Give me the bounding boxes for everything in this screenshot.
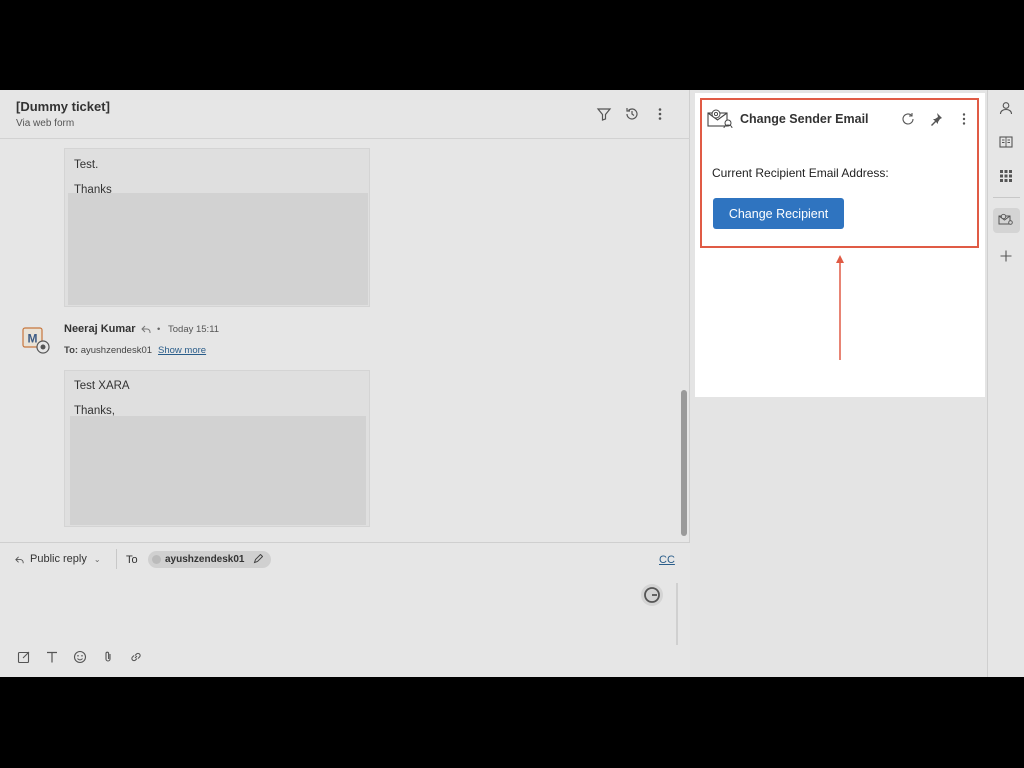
separator-dot: • xyxy=(157,324,161,335)
to-value: ayushzendesk01 xyxy=(80,345,153,356)
more-vertical-icon[interactable] xyxy=(957,112,971,126)
composer-scrollbar[interactable] xyxy=(676,583,678,645)
message-body: Test. Thanks xyxy=(64,148,370,307)
reply-icon xyxy=(141,325,151,333)
recipient-name: ayushzendesk01 xyxy=(165,554,245,565)
highlight-frame: Change Sender Email Current Recipient Em… xyxy=(700,98,979,248)
message-recipient: To: ayushzendesk01 Show more xyxy=(64,345,206,356)
more-vertical-icon[interactable] xyxy=(652,106,668,122)
filter-icon[interactable] xyxy=(596,106,612,122)
recipient-chip[interactable]: ayushzendesk01 xyxy=(148,551,272,568)
ticket-pane: [Dummy ticket] Via web form Test. Thanks… xyxy=(0,90,690,677)
change-recipient-button[interactable]: Change Recipient xyxy=(713,198,844,229)
recipient-label: Current Recipient Email Address: xyxy=(712,166,889,180)
cc-link[interactable]: CC xyxy=(659,554,675,566)
ticket-header: [Dummy ticket] Via web form xyxy=(0,90,690,139)
message-line: Test. xyxy=(74,159,99,171)
divider xyxy=(993,197,1020,198)
message-body: Test XARA Thanks, xyxy=(64,370,370,527)
add-icon[interactable] xyxy=(999,249,1013,263)
grammarly-icon[interactable] xyxy=(641,584,663,606)
link-icon[interactable] xyxy=(129,650,143,664)
avatar: M xyxy=(22,327,50,354)
user-icon[interactable] xyxy=(999,101,1013,115)
edit-icon[interactable] xyxy=(253,553,264,564)
ticket-title: [Dummy ticket] xyxy=(16,99,110,114)
knowledge-icon[interactable] xyxy=(999,135,1013,149)
message-line: Test XARA xyxy=(74,380,130,392)
compose-icon[interactable] xyxy=(17,650,31,664)
recipient-avatar xyxy=(152,555,161,564)
refresh-icon[interactable] xyxy=(901,112,915,126)
reply-type-label: Public reply xyxy=(30,553,87,565)
app-title: Change Sender Email xyxy=(740,112,869,126)
ticket-channel: Via web form xyxy=(16,118,75,129)
redacted-block xyxy=(68,193,368,305)
divider xyxy=(116,549,117,569)
reply-type-dropdown[interactable]: Public reply ⌄ xyxy=(14,553,101,565)
message-time: Today 15:11 xyxy=(168,324,220,335)
author-name[interactable]: Neeraj Kumar xyxy=(64,323,136,335)
annotation-arrow xyxy=(836,255,844,360)
history-icon[interactable] xyxy=(624,106,640,122)
show-more-link[interactable]: Show more xyxy=(158,345,206,356)
chevron-down-icon: ⌄ xyxy=(93,555,101,564)
emoji-icon[interactable] xyxy=(73,650,87,664)
avatar-letter: M xyxy=(28,332,38,346)
apps-grid-icon[interactable] xyxy=(999,169,1013,183)
pin-icon[interactable] xyxy=(929,112,943,126)
email-app-icon[interactable] xyxy=(998,213,1014,227)
email-app-icon xyxy=(707,109,733,129)
attachment-icon[interactable] xyxy=(101,650,115,664)
to-label: To xyxy=(126,554,138,566)
screen: [Dummy ticket] Via web form Test. Thanks… xyxy=(0,90,1024,677)
to-label: To: xyxy=(64,345,79,356)
text-format-icon[interactable] xyxy=(45,650,59,664)
scrollbar[interactable] xyxy=(681,390,687,536)
redacted-block xyxy=(70,416,366,525)
apps-rail xyxy=(987,90,1024,677)
